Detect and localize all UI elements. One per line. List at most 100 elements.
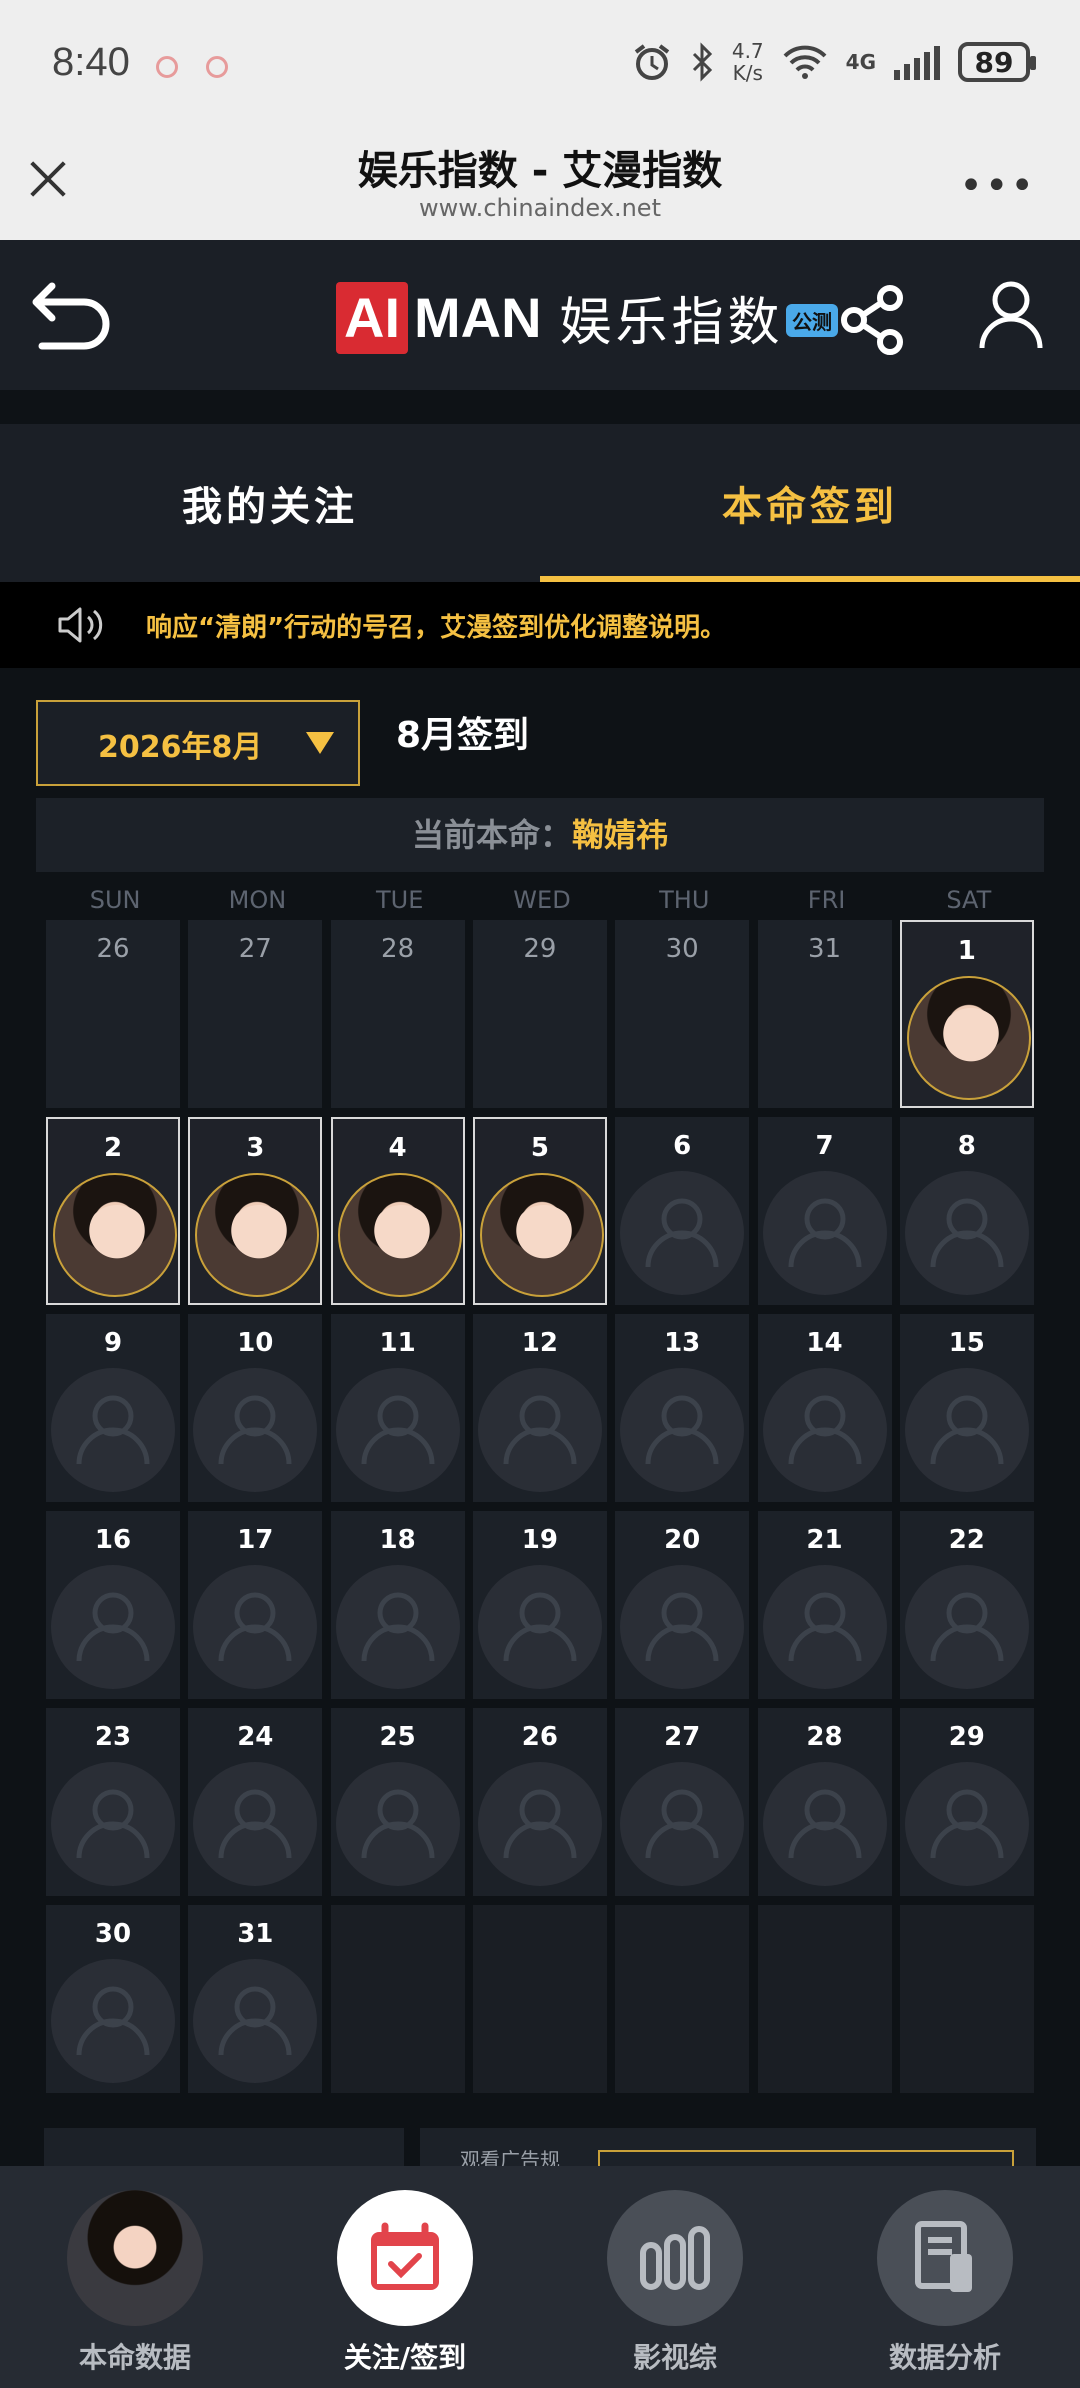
calendar-day-cell[interactable]: 10 [188,1314,323,1502]
calendar-day-number: 26 [96,934,130,964]
month-dropdown[interactable]: 2026年8月 [36,700,360,786]
calendar-day-number: 16 [94,1525,132,1555]
calendar-day-cell[interactable]: 28 [330,920,465,1108]
calendar-day-number: 10 [237,1328,274,1358]
calendar-day-cell[interactable]: 20 [615,1511,750,1699]
calendar-day-cell[interactable]: 25 [330,1708,465,1896]
calendar-day-number: 31 [807,934,842,964]
user-icon[interactable] [978,280,1044,350]
calendar-day-cell[interactable]: 31 [188,1905,323,2093]
calendar-day-number: 1 [957,936,976,966]
alarm-icon [634,44,670,80]
calendar-day-cell[interactable]: 19 [472,1511,607,1699]
weekday-label: THU [659,886,710,914]
placeholder-person-icon [335,1565,460,1689]
calendar-day-cell[interactable]: 24 [188,1708,323,1896]
avatar [67,2190,203,2326]
calendar-day-number: 17 [237,1525,274,1555]
nav-idol-data[interactable]: 本命数据 [0,2166,270,2388]
weekday-label: TUE [376,886,424,914]
calendar-day-cell [330,1905,465,2093]
calendar-day-number: 5 [530,1133,549,1163]
calendar-day-cell [899,1905,1034,2093]
calendar-day-cell[interactable]: 23 [46,1708,180,1896]
calendar-day-cell[interactable]: 26 [46,920,180,1108]
calendar-day-cell[interactable]: 30 [615,920,750,1108]
calendar-day-cell [615,1905,750,2093]
calendar-day-cell[interactable]: 3 [188,1117,323,1305]
placeholder-person-icon [51,1565,175,1689]
status-bar: 8:40 4.7 K/s 4G 89 [0,0,1080,132]
weekday-label: MON [228,886,287,914]
calendar-day-cell[interactable]: 16 [46,1511,180,1699]
more-icon[interactable]: ••• [959,166,1036,206]
calendar-day-cell[interactable]: 28 [757,1708,892,1896]
nav-film-tv[interactable]: 影视综 [540,2166,810,2388]
calendar-day-cell[interactable]: 22 [899,1511,1034,1699]
calendar-day-cell[interactable]: 2 [46,1117,180,1305]
placeholder-person-icon [51,1762,175,1886]
calendar-day-cell[interactable]: 17 [188,1511,323,1699]
placeholder-person-icon [904,1368,1029,1492]
calendar-day-cell[interactable]: 6 [615,1117,750,1305]
calendar-day-cell[interactable]: 30 [46,1905,180,2093]
nav-data-analysis[interactable]: 数据分析 [810,2166,1080,2388]
page-url: www.chinaindex.net [419,194,661,222]
calendar-day-number: 14 [806,1328,843,1358]
calendar-day-cell[interactable]: 14 [757,1314,892,1502]
placeholder-person-icon [477,1368,602,1492]
calendar-day-cell[interactable]: 8 [899,1117,1034,1305]
calendar-day-number: 28 [806,1722,843,1752]
current-idol-name: 鞠婧祎 [572,816,669,854]
calendar-day-cell[interactable]: 12 [472,1314,607,1502]
calendar-day-cell[interactable]: 15 [899,1314,1034,1502]
calendar-day-number: 3 [246,1133,265,1163]
calendar-day-cell[interactable]: 21 [757,1511,892,1699]
calendar-day-number: 11 [379,1328,416,1358]
tab-checkin[interactable]: 本命签到 [540,424,1080,582]
notice-bar[interactable]: 响应“清朗”行动的号召，艾漫签到优化调整说明。 [0,582,1080,668]
calendar-day-cell [472,1905,607,2093]
calendar-day-cell[interactable]: 18 [330,1511,465,1699]
calendar-day-number: 7 [815,1131,834,1161]
placeholder-person-icon [193,1762,318,1886]
signal-icon [894,44,940,80]
back-icon[interactable] [30,278,114,350]
placeholder-person-icon [335,1368,460,1492]
calendar-day-cell[interactable]: 26 [472,1708,607,1896]
placeholder-person-icon [762,1565,887,1689]
calendar-day-number: 27 [664,1722,701,1752]
calendar-day-cell[interactable]: 1 [899,920,1034,1108]
placeholder-person-icon [904,1762,1029,1886]
placeholder-person-icon [620,1762,745,1886]
weekday-label: SUN [89,886,141,914]
month-checkin-title: 8月签到 [396,715,530,756]
calendar-day-cell[interactable]: 4 [330,1117,465,1305]
calendar-day-number: 21 [806,1525,843,1555]
calendar-day-number: 23 [94,1722,132,1752]
calendar-day-cell[interactable]: 13 [615,1314,750,1502]
weekday-label: FRI [807,886,846,914]
calendar-day-cell[interactable]: 5 [472,1117,607,1305]
tab-bar: 我的关注 本命签到 [0,424,1080,582]
nav-follow-checkin[interactable]: 关注/签到 [270,2166,540,2388]
calendar-day-cell[interactable]: 9 [46,1314,180,1502]
network-speed: 4.7 K/s [731,39,764,85]
share-icon[interactable] [840,284,906,356]
calendar-day-cell[interactable]: 27 [188,920,323,1108]
calendar-day-cell[interactable]: 31 [757,920,892,1108]
calendar-day-number: 18 [379,1525,416,1555]
placeholder-person-icon [620,1171,745,1295]
nav-label: 影视综 [632,2341,717,2374]
calendar-day-cell[interactable]: 29 [899,1708,1034,1896]
battery-icon: 89 [958,42,1036,82]
tab-my-follow[interactable]: 我的关注 [0,424,540,582]
calendar-day-number: 4 [388,1133,407,1163]
calendar-day-cell[interactable]: 27 [615,1708,750,1896]
calendar-day-cell[interactable]: 11 [330,1314,465,1502]
calendar-day-number: 15 [948,1328,985,1358]
placeholder-person-icon [762,1762,887,1886]
calendar-day-cell[interactable]: 29 [472,920,607,1108]
calendar-day-cell[interactable]: 7 [757,1117,892,1305]
calendar-day-number: 29 [948,1722,985,1752]
